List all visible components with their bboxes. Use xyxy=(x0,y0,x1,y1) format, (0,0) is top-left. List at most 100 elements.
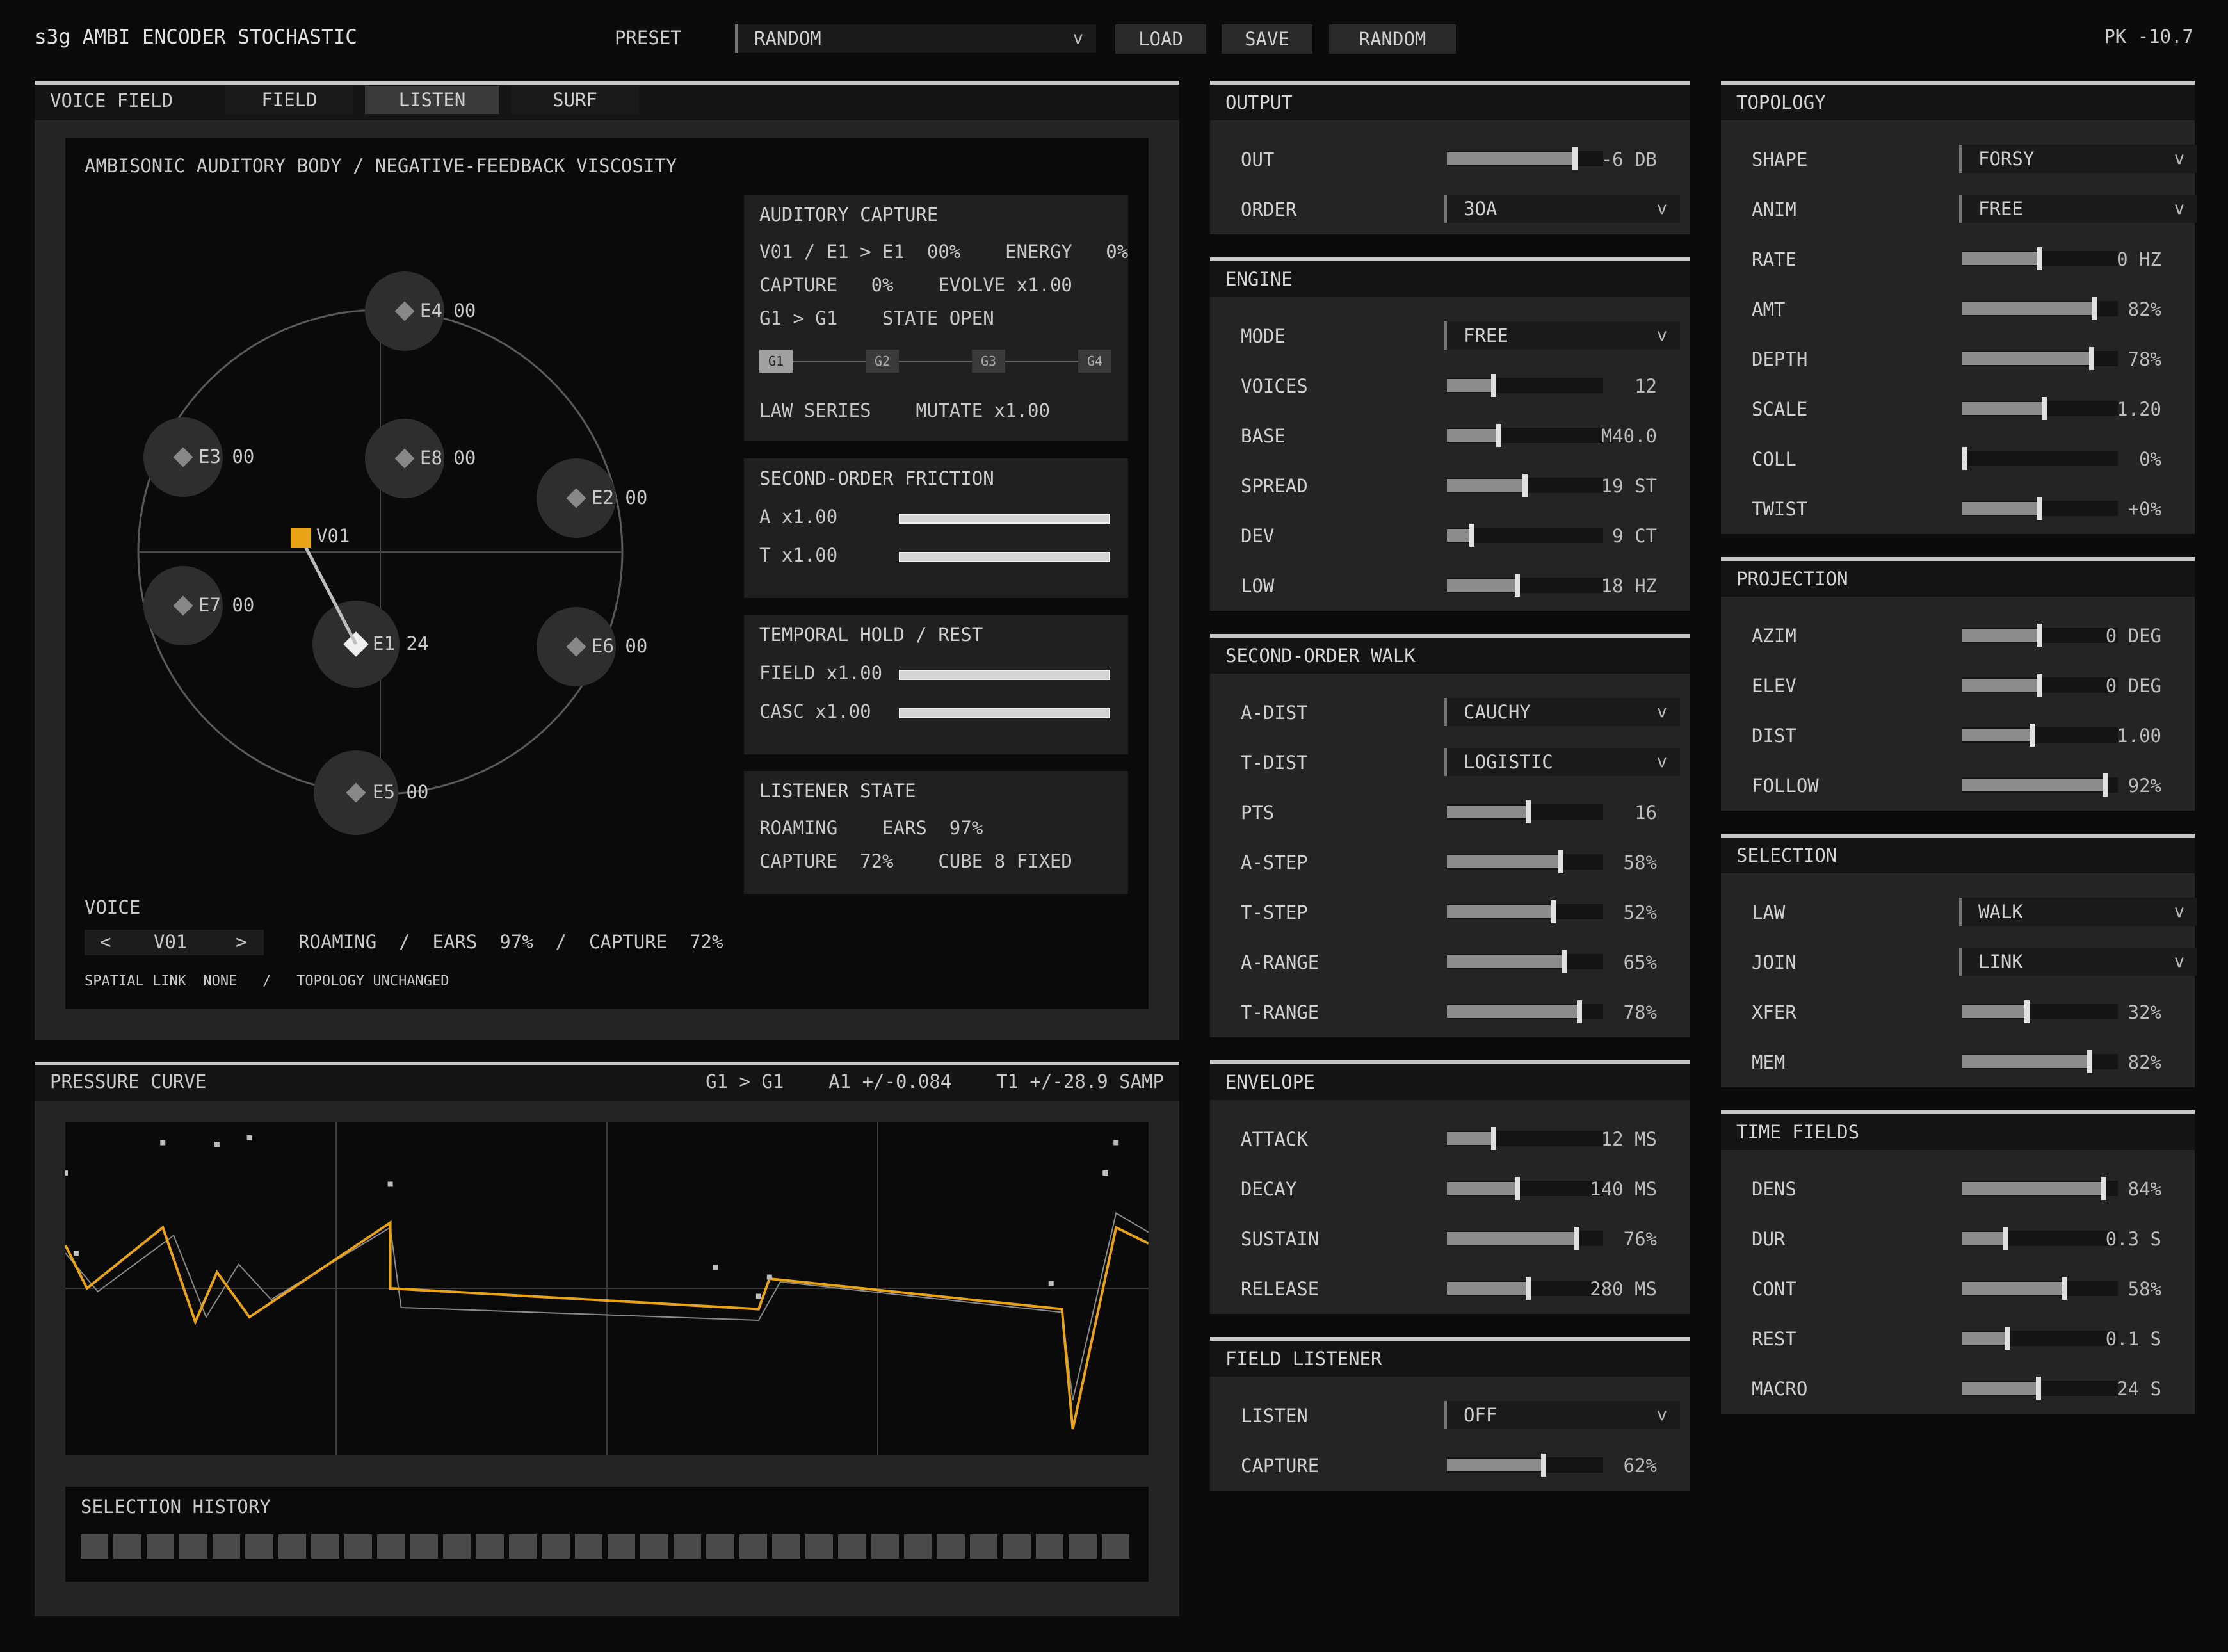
rest-slider[interactable] xyxy=(1962,1327,2118,1350)
walk-title: SECOND-ORDER WALK xyxy=(1210,634,1690,674)
capture-slider[interactable] xyxy=(1447,1454,1603,1477)
control-label: ORDER xyxy=(1241,198,1297,220)
preset-value: RANDOM xyxy=(754,28,821,49)
slider-thumb[interactable] xyxy=(1491,374,1497,397)
azim-slider[interactable] xyxy=(1962,624,2118,647)
slider-thumb[interactable] xyxy=(1577,1000,1583,1023)
control-row-order: ORDER 3OA v xyxy=(1241,193,1680,225)
slider-thumb[interactable] xyxy=(1962,447,1967,470)
spread-slider[interactable] xyxy=(1447,474,1603,497)
slider-thumb[interactable] xyxy=(2037,247,2042,270)
slider-thumb[interactable] xyxy=(2037,497,2042,520)
random-button[interactable]: RANDOM xyxy=(1329,24,1456,54)
t-range-slider[interactable] xyxy=(1447,1000,1603,1023)
dev-slider[interactable] xyxy=(1447,524,1603,547)
slider-thumb[interactable] xyxy=(1572,147,1578,170)
slider-thumb[interactable] xyxy=(1525,800,1531,823)
tab-surf[interactable]: SURF xyxy=(511,86,639,114)
mem-slider[interactable] xyxy=(1962,1050,2118,1073)
decay-slider[interactable] xyxy=(1447,1177,1603,1200)
mode-dropdown[interactable]: FREE v xyxy=(1444,321,1680,350)
friction-t-bar[interactable] xyxy=(899,552,1110,562)
dens-slider[interactable] xyxy=(1962,1177,2118,1200)
voice-marker[interactable] xyxy=(291,528,311,548)
slider-thumb[interactable] xyxy=(1496,424,1501,447)
law-dropdown[interactable]: WALK v xyxy=(1959,898,2197,926)
release-slider[interactable] xyxy=(1447,1277,1603,1300)
follow-slider[interactable] xyxy=(1962,773,2118,797)
save-button[interactable]: SAVE xyxy=(1222,24,1312,54)
a-range-slider[interactable] xyxy=(1447,950,1603,973)
tab-listen[interactable]: LISTEN xyxy=(365,86,499,114)
anim-dropdown[interactable]: FREE v xyxy=(1959,195,2197,223)
control-row-release: RELEASE 280 MS xyxy=(1241,1273,1657,1305)
scale-slider[interactable] xyxy=(1962,397,2118,420)
slider-thumb[interactable] xyxy=(1550,900,1556,923)
low-slider[interactable] xyxy=(1447,574,1603,597)
gate-g2[interactable]: G2 xyxy=(866,350,899,373)
pts-slider[interactable] xyxy=(1447,800,1603,823)
dist-slider[interactable] xyxy=(1962,724,2118,747)
a-step-slider[interactable] xyxy=(1447,850,1603,873)
slider-thumb[interactable] xyxy=(1562,950,1567,973)
slider-thumb[interactable] xyxy=(2003,1227,2008,1250)
gate-g3[interactable]: G3 xyxy=(972,350,1005,373)
tab-field[interactable]: FIELD xyxy=(225,86,353,114)
slider-thumb[interactable] xyxy=(1491,1127,1497,1150)
slider-thumb[interactable] xyxy=(1514,574,1520,597)
coll-slider[interactable] xyxy=(1962,447,2118,470)
twist-slider[interactable] xyxy=(1962,497,2118,520)
load-button[interactable]: LOAD xyxy=(1115,24,1206,54)
gate-g4[interactable]: G4 xyxy=(1078,350,1111,373)
slider-thumb[interactable] xyxy=(1469,524,1475,547)
gate-g1[interactable]: G1 xyxy=(759,350,793,373)
slider-thumb[interactable] xyxy=(2088,347,2094,370)
elev-slider[interactable] xyxy=(1962,674,2118,697)
pressure-chart[interactable] xyxy=(65,1122,1149,1455)
control-label: DECAY xyxy=(1241,1178,1297,1200)
slider-thumb[interactable] xyxy=(1541,1454,1547,1477)
slider-thumb[interactable] xyxy=(2062,1277,2068,1300)
out-slider[interactable] xyxy=(1447,147,1603,170)
slider-thumb[interactable] xyxy=(2024,1000,2030,1023)
prev-voice-button[interactable]: < xyxy=(100,931,111,953)
xfer-slider[interactable] xyxy=(1962,1000,2118,1023)
dur-slider[interactable] xyxy=(1962,1227,2118,1250)
macro-slider[interactable] xyxy=(1962,1377,2118,1400)
temporal-casc-bar[interactable] xyxy=(899,708,1110,718)
t-dist-dropdown[interactable]: LOGISTIC v xyxy=(1444,748,1680,776)
sustain-slider[interactable] xyxy=(1447,1227,1603,1250)
slider-thumb[interactable] xyxy=(2087,1050,2093,1073)
order-dropdown[interactable]: 3OA v xyxy=(1444,195,1680,223)
slider-thumb[interactable] xyxy=(2029,724,2035,747)
slider-thumb[interactable] xyxy=(2004,1327,2010,1350)
slider-thumb[interactable] xyxy=(2103,773,2108,797)
shape-dropdown[interactable]: FORSY v xyxy=(1959,145,2197,173)
slider-thumb[interactable] xyxy=(1522,474,1528,497)
slider-thumb[interactable] xyxy=(2101,1177,2107,1200)
listen-dropdown[interactable]: OFF v xyxy=(1444,1401,1680,1429)
slider-thumb[interactable] xyxy=(1525,1277,1531,1300)
rate-slider[interactable] xyxy=(1962,247,2118,270)
slider-thumb[interactable] xyxy=(2035,1377,2041,1400)
join-dropdown[interactable]: LINK v xyxy=(1959,948,2197,976)
amt-slider[interactable] xyxy=(1962,297,2118,320)
slider-thumb[interactable] xyxy=(2037,674,2042,697)
attack-slider[interactable] xyxy=(1447,1127,1603,1150)
slider-thumb[interactable] xyxy=(1574,1227,1579,1250)
depth-slider[interactable] xyxy=(1962,347,2118,370)
slider-thumb[interactable] xyxy=(2092,297,2097,320)
cont-slider[interactable] xyxy=(1962,1277,2118,1300)
preset-dropdown[interactable]: RANDOM v xyxy=(735,24,1096,53)
base-slider[interactable] xyxy=(1447,424,1603,447)
slider-thumb[interactable] xyxy=(2037,624,2042,647)
a-dist-dropdown[interactable]: CAUCHY v xyxy=(1444,698,1680,726)
slider-thumb[interactable] xyxy=(1514,1177,1520,1200)
slider-thumb[interactable] xyxy=(1558,850,1564,873)
t-step-slider[interactable] xyxy=(1447,900,1603,923)
slider-thumb[interactable] xyxy=(2042,397,2047,420)
friction-a-bar[interactable] xyxy=(899,514,1110,524)
next-voice-button[interactable]: > xyxy=(236,931,246,953)
voices-slider[interactable] xyxy=(1447,374,1603,397)
temporal-field-bar[interactable] xyxy=(899,670,1110,680)
